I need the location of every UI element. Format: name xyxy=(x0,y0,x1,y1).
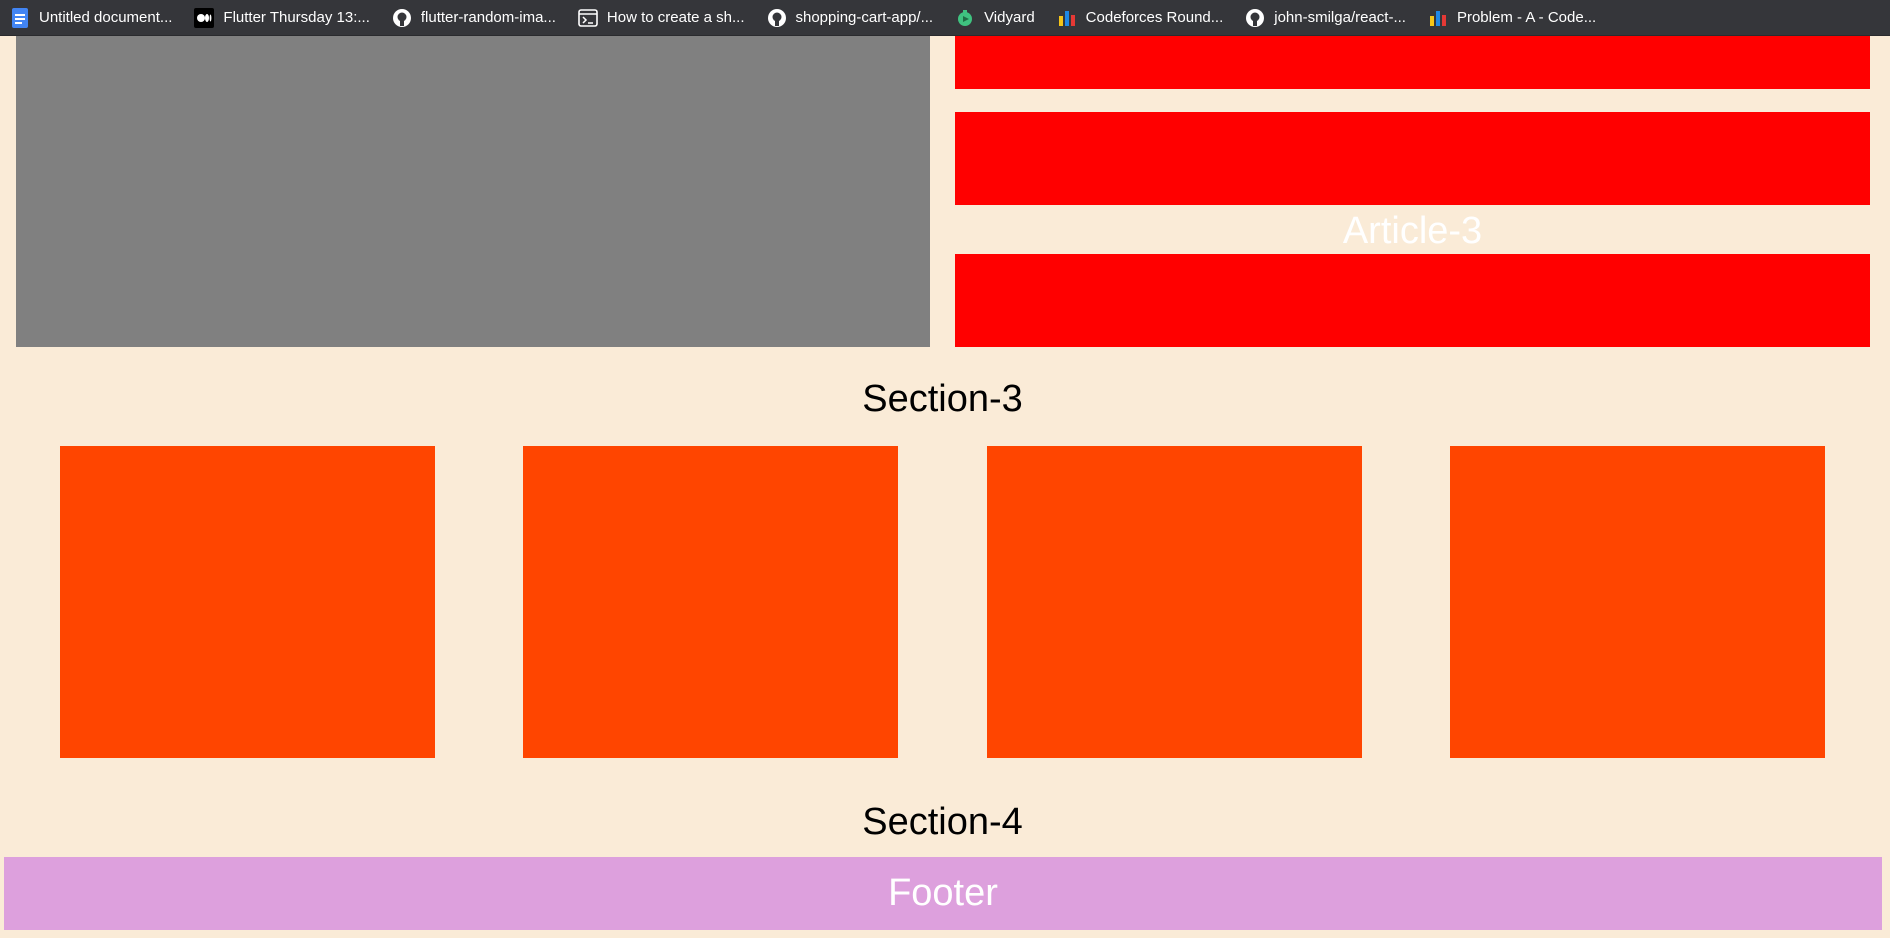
bookmark-codeforces-round[interactable]: Codeforces Round... xyxy=(1057,4,1232,32)
bookmark-how-to-create[interactable]: How to create a sh... xyxy=(578,4,753,32)
orange-block-2 xyxy=(523,446,898,758)
bookmark-label: john-smilga/react-... xyxy=(1274,9,1406,26)
footer: Footer xyxy=(4,857,1882,930)
github-icon xyxy=(392,8,412,28)
section-3-title: Section-3 xyxy=(862,378,1023,420)
bookmark-label: Codeforces Round... xyxy=(1085,9,1224,26)
orange-block-4 xyxy=(1450,446,1825,758)
orange-block-1 xyxy=(60,446,435,758)
bookmark-label: flutter-random-ima... xyxy=(420,9,556,26)
red-block-3 xyxy=(955,254,1870,347)
red-block-2 xyxy=(955,112,1870,205)
google-docs-icon xyxy=(10,7,30,28)
section-4-title: Section-4 xyxy=(862,801,1023,843)
bookmark-label: Flutter Thursday 13:... xyxy=(223,9,370,26)
bookmarks-bar: Untitled document... Flutter Thursday 13… xyxy=(0,0,1890,36)
bookmark-flutter-random-images[interactable]: flutter-random-ima... xyxy=(392,4,564,32)
terminal-page-icon xyxy=(578,8,598,28)
medium-icon xyxy=(194,7,215,28)
bookmark-problem-a-codeforces[interactable]: Problem - A - Code... xyxy=(1428,4,1604,32)
github-icon xyxy=(1245,8,1265,28)
bookmark-shopping-cart-app[interactable]: shopping-cart-app/... xyxy=(767,4,942,32)
bookmark-label: shopping-cart-app/... xyxy=(795,9,934,26)
vidyard-icon xyxy=(955,8,975,28)
bookmark-untitled-document[interactable]: Untitled document... xyxy=(10,4,180,32)
article-3-label: Article-3 xyxy=(1342,210,1483,252)
bookmark-vidyard[interactable]: Vidyard xyxy=(955,4,1043,32)
github-icon xyxy=(767,8,787,28)
codeforces-icon xyxy=(1428,8,1448,28)
bookmark-label: How to create a sh... xyxy=(606,9,745,26)
gray-block xyxy=(16,36,930,347)
bookmark-john-smilga-react[interactable]: john-smilga/react-... xyxy=(1245,4,1414,32)
codeforces-icon xyxy=(1057,8,1077,28)
bookmark-flutter-thursday[interactable]: Flutter Thursday 13:... xyxy=(194,4,377,32)
red-block-1 xyxy=(955,36,1870,89)
bookmark-label: Problem - A - Code... xyxy=(1456,9,1597,26)
bookmark-label: Vidyard xyxy=(984,9,1035,26)
orange-block-3 xyxy=(987,446,1362,758)
bookmark-label: Untitled document... xyxy=(39,9,173,26)
